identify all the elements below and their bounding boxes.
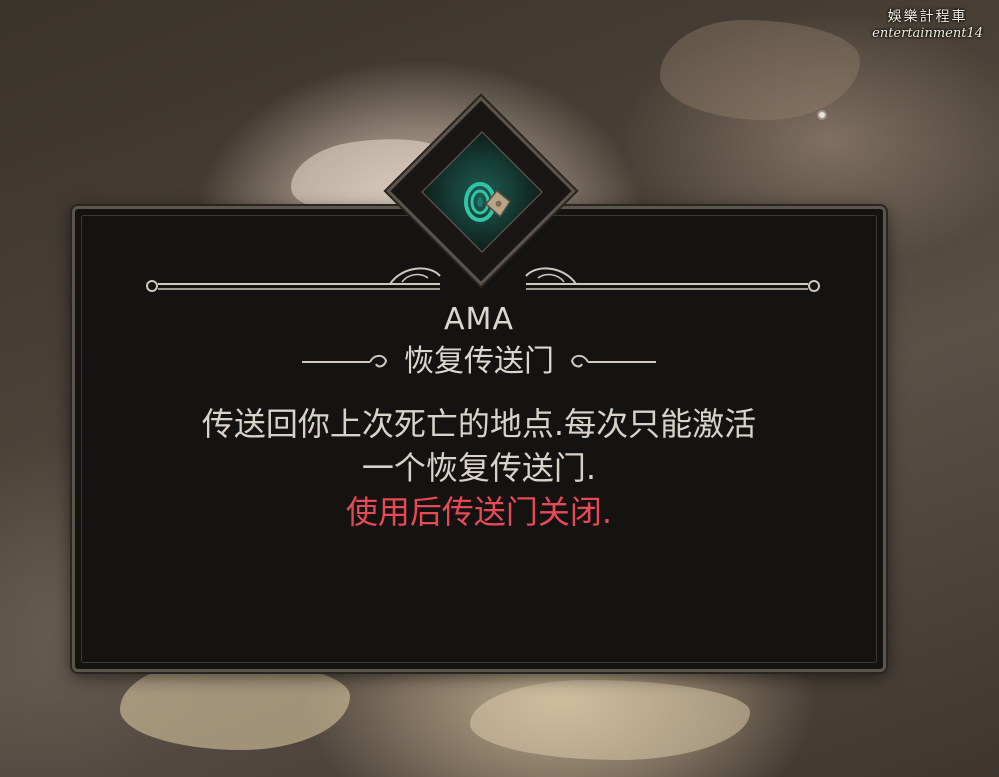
item-description-line-2: 一个恢复传送门. bbox=[361, 449, 597, 487]
ornament-top-right bbox=[525, 267, 820, 292]
item-subtitle-row: 恢复传送门 bbox=[72, 340, 886, 384]
watermark-line-2: entertainment14 bbox=[872, 26, 983, 41]
subtitle-ornament-left bbox=[302, 354, 388, 368]
tooltip-text-block: AMA 恢复传送门 传送回你上次死亡的地点.每次只能激活 一个恢复传送门. 使用… bbox=[72, 300, 886, 534]
item-warning: 使用后传送门关闭. bbox=[345, 493, 613, 531]
subtitle-ornament-right bbox=[570, 354, 656, 368]
watermark-line-1: 娛樂計程車 bbox=[887, 9, 968, 25]
ornament-top-left bbox=[146, 267, 441, 292]
map-marker-icon[interactable] bbox=[817, 110, 827, 120]
item-description: 传送回你上次死亡的地点.每次只能激活 一个恢复传送门. bbox=[72, 402, 886, 490]
item-title: AMA bbox=[444, 302, 514, 337]
watermark: 娛樂計程車 entertainment14 bbox=[872, 6, 983, 41]
item-subtitle: 恢复传送门 bbox=[404, 344, 554, 379]
portal-swirl-icon bbox=[464, 182, 512, 222]
item-description-line-1: 传送回你上次死亡的地点.每次只能激活 bbox=[201, 405, 757, 443]
